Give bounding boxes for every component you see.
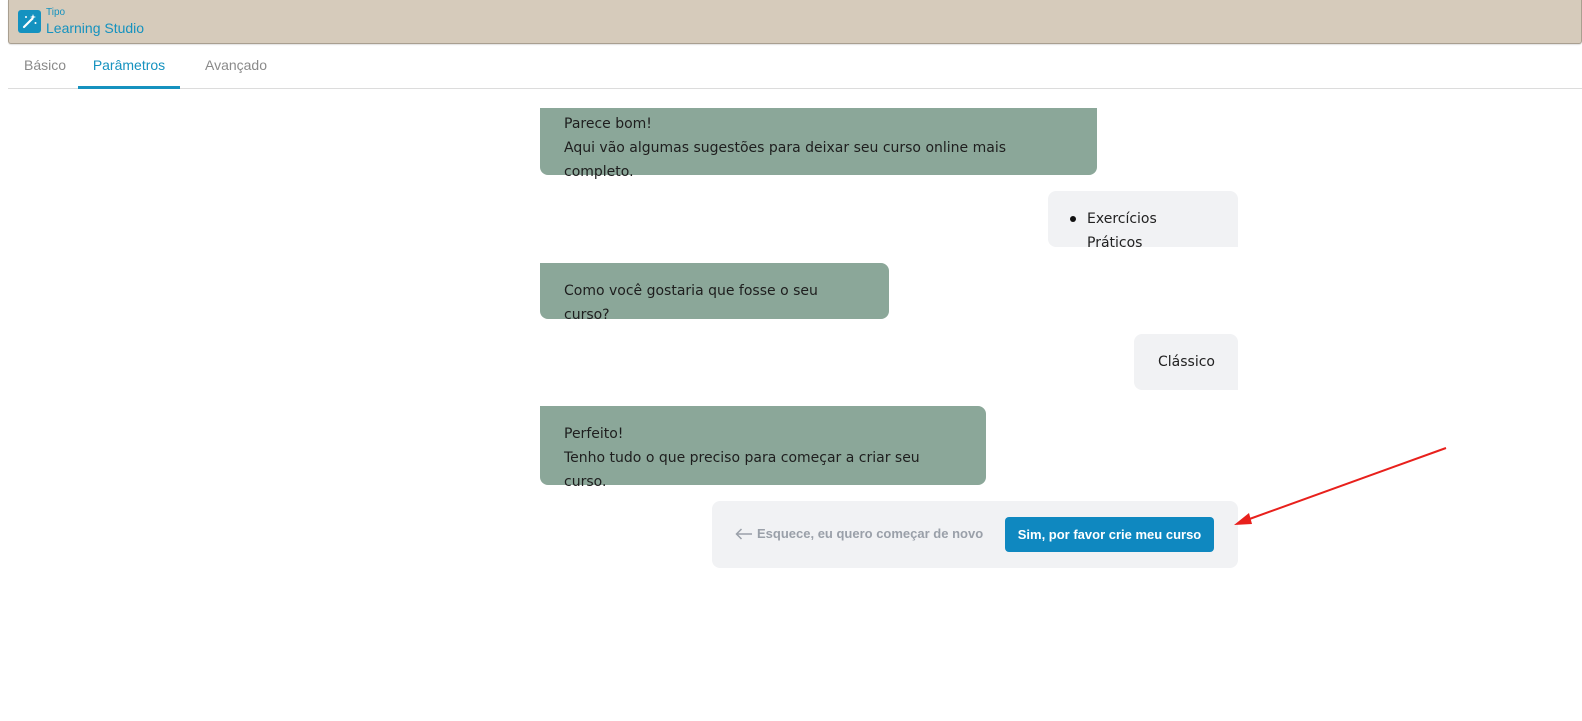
message-line: Como você gostaria que fosse o seu curso… bbox=[564, 283, 818, 323]
user-message: Clássico bbox=[1134, 334, 1238, 390]
message-list-item: Exercícios Práticos bbox=[1087, 211, 1157, 251]
app-type-label: Tipo bbox=[46, 7, 66, 18]
red-arrow-annotation bbox=[1234, 447, 1447, 525]
message-line: Aqui vão algumas sugestões para deixar s… bbox=[564, 140, 1007, 180]
create-course-button[interactable]: Sim, por favor crie meu curso bbox=[1005, 517, 1214, 552]
tab-avancado[interactable]: Avançado bbox=[188, 44, 284, 89]
message-line: Parece bom! bbox=[564, 116, 652, 132]
tab-basico[interactable]: Básico bbox=[10, 44, 80, 89]
magic-wand-icon bbox=[18, 10, 41, 33]
message-line: Perfeito! bbox=[564, 426, 624, 442]
bot-message: Como você gostaria que fosse o seu curso… bbox=[540, 263, 889, 323]
tab-parametros[interactable]: Parâmetros bbox=[78, 44, 180, 89]
message-line: Tenho tudo o que preciso para começar a … bbox=[564, 450, 920, 490]
message-line: Clássico bbox=[1158, 354, 1215, 370]
restart-label: Esquece, eu quero começar de novo bbox=[757, 526, 984, 541]
confirmation-panel: Esquece, eu quero começar de novo Sim, p… bbox=[712, 501, 1238, 568]
app-header: Tipo Learning Studio bbox=[8, 0, 1582, 44]
bullet-icon bbox=[1070, 216, 1076, 222]
bot-message: Parece bom! Aqui vão algumas sugestões p… bbox=[540, 108, 1097, 180]
user-message: Exercícios Práticos bbox=[1048, 191, 1238, 251]
restart-button[interactable]: Esquece, eu quero começar de novo bbox=[735, 523, 983, 545]
tab-bar: Básico Parâmetros Avançado bbox=[8, 44, 1582, 89]
bot-message: Perfeito! Tenho tudo o que preciso para … bbox=[540, 406, 986, 490]
arrow-left-icon bbox=[735, 528, 752, 540]
app-name: Learning Studio bbox=[46, 20, 145, 36]
